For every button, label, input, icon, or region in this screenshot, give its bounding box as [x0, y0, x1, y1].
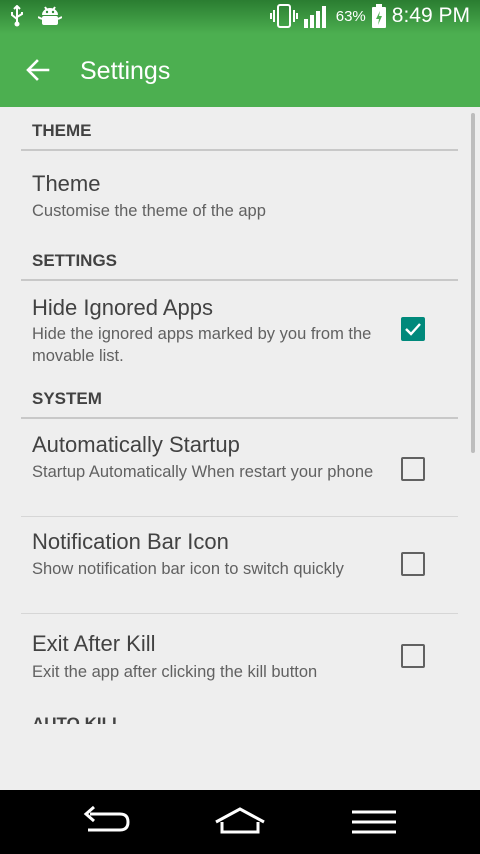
- pref-exit-after-kill[interactable]: Exit After Kill Exit the app after click…: [21, 614, 458, 698]
- battery-percent: 63%: [335, 7, 366, 25]
- checkbox-notification-bar-icon[interactable]: [401, 552, 425, 576]
- checkbox-hide-ignored-apps[interactable]: [401, 317, 425, 341]
- section-header-settings: SETTINGS: [21, 247, 458, 281]
- settings-list[interactable]: THEME Theme Customise the theme of the a…: [0, 107, 480, 724]
- section-header-system: SYSTEM: [21, 385, 458, 419]
- pref-title: Automatically Startup: [32, 432, 240, 457]
- pref-title: Notification Bar Icon: [32, 529, 229, 554]
- usb-icon: [11, 5, 23, 27]
- pref-theme[interactable]: Theme Customise the theme of the app: [21, 151, 458, 247]
- arrow-back-icon[interactable]: [24, 56, 52, 84]
- home-nav-icon[interactable]: [210, 804, 270, 840]
- pref-hide-ignored-apps[interactable]: Hide Ignored Apps Hide the ignored apps …: [21, 281, 458, 385]
- pref-title: Theme: [32, 171, 101, 196]
- pref-notification-bar-icon[interactable]: Notification Bar Icon Show notification …: [21, 517, 458, 613]
- pref-summary: Startup Automatically When restart your …: [32, 463, 374, 481]
- pref-title: Hide Ignored Apps: [32, 295, 214, 320]
- battery-charging-icon: [371, 4, 386, 28]
- section-header-theme: THEME: [21, 117, 458, 151]
- pref-summary: Customise the theme of the app: [32, 202, 266, 220]
- back-nav-icon[interactable]: [76, 804, 136, 840]
- vibrate-icon: [269, 4, 298, 28]
- checkbox-automatically-startup[interactable]: [401, 457, 425, 481]
- status-bar: 63% 8:49 PM: [0, 0, 480, 34]
- section-header-auto-kill: AUTO KILL: [32, 714, 123, 724]
- signal-icon: [303, 6, 326, 28]
- page-title: Settings: [80, 57, 171, 85]
- pref-summary: Exit the app after clicking the kill but…: [32, 663, 318, 681]
- pref-summary: Show notification bar icon to switch qui…: [32, 560, 344, 578]
- pref-summary: Hide the ignored apps marked by you from…: [32, 325, 372, 365]
- pref-automatically-startup[interactable]: Automatically Startup Startup Automatica…: [21, 419, 458, 516]
- clock: 8:49 PM: [391, 4, 470, 27]
- menu-nav-icon[interactable]: [344, 804, 404, 840]
- checkbox-exit-after-kill[interactable]: [401, 644, 425, 668]
- scrollbar[interactable]: [471, 113, 475, 453]
- check-icon: [405, 323, 421, 336]
- navigation-bar: [0, 790, 480, 854]
- pref-title: Exit After Kill: [32, 631, 156, 656]
- android-debug-icon: [38, 6, 62, 25]
- app-bar: Settings: [0, 34, 480, 107]
